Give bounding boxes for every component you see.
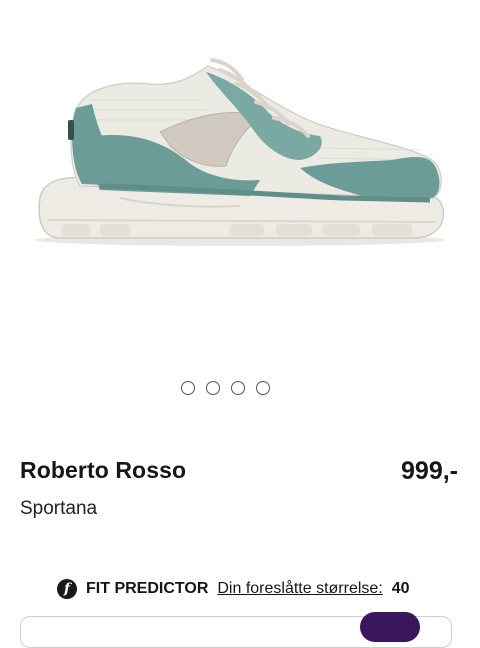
fit-predictor-title: FIT PREDICTOR — [86, 580, 209, 597]
gallery-dot-3[interactable] — [231, 381, 245, 395]
sneaker-image — [35, 58, 445, 246]
fit-predictor-logo-icon: f — [57, 579, 77, 599]
suggested-size-value: 40 — [391, 580, 410, 597]
gallery-dot-4[interactable] — [256, 381, 270, 395]
product-price: 999,- — [401, 457, 458, 485]
gallery-dot-1[interactable] — [181, 381, 195, 395]
product-model: Sportana — [20, 498, 98, 519]
suggested-size-link[interactable]: Din foreslåtte størrelse: — [217, 580, 382, 598]
gallery-pagination — [181, 381, 281, 399]
add-to-cart-button[interactable] — [360, 612, 420, 642]
fit-predictor: f FIT PREDICTOR Din foreslåtte størrelse… — [57, 579, 410, 599]
gallery-dot-2[interactable] — [206, 381, 220, 395]
product-brand: Roberto Rosso — [20, 457, 187, 483]
product-image-gallery[interactable] — [0, 0, 480, 372]
